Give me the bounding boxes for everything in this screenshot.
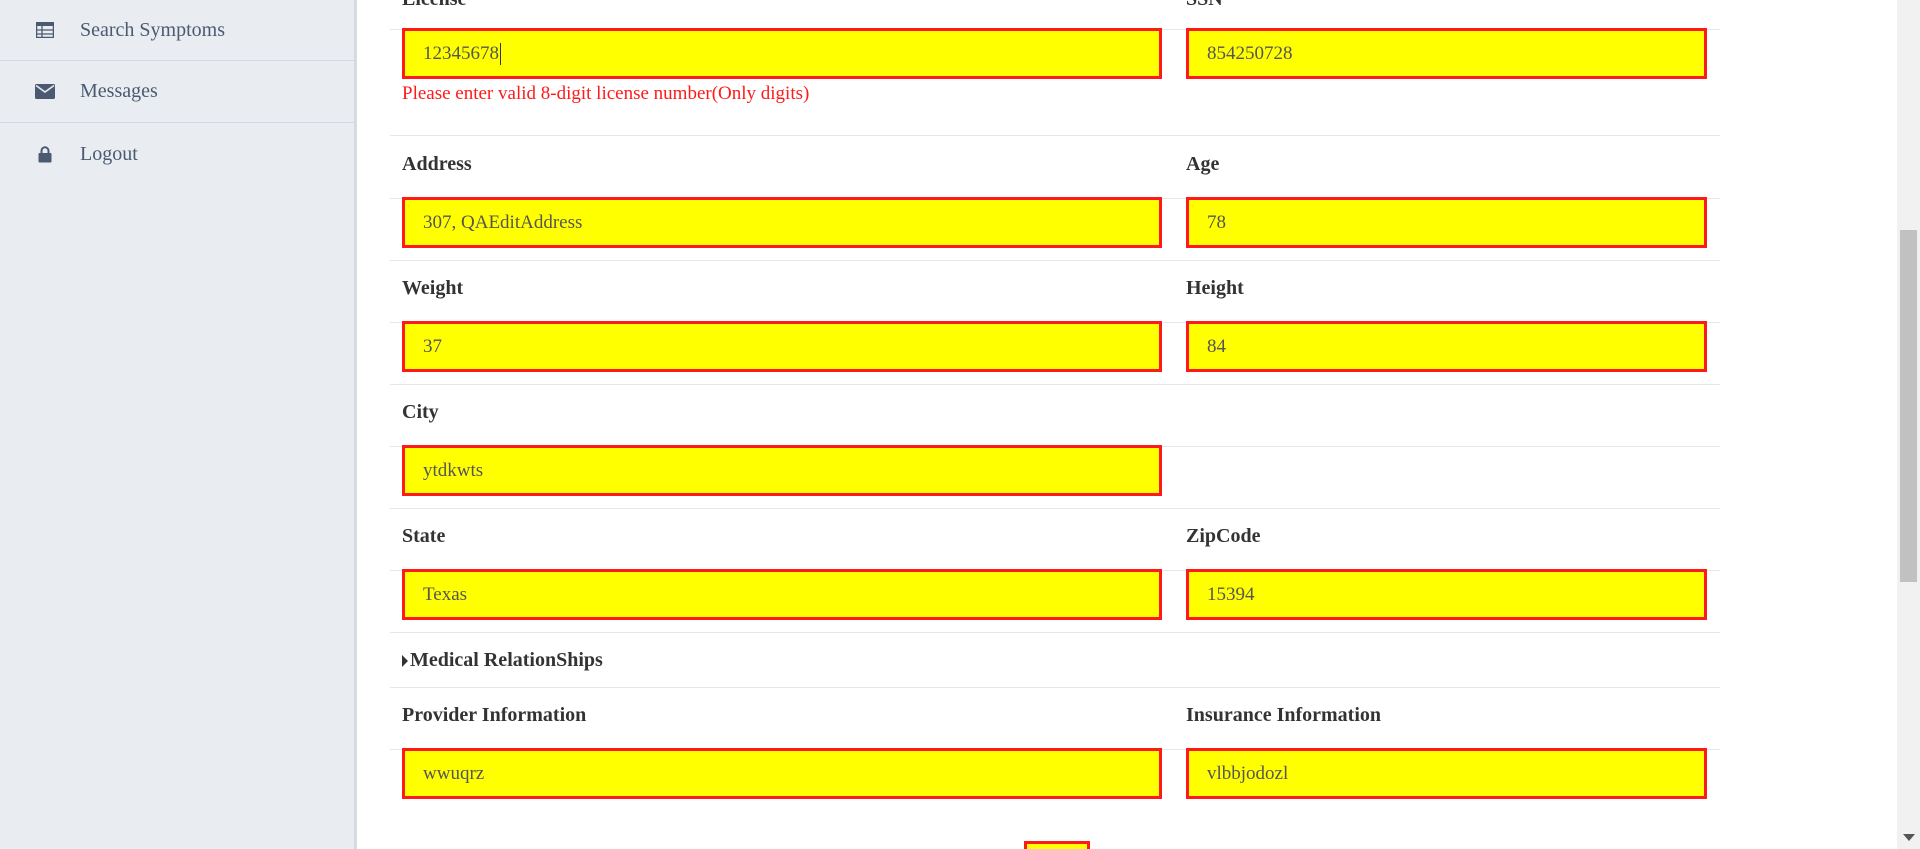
address-label: Address [402,153,472,175]
address-input[interactable]: 307, QAEditAddress [402,197,1162,248]
row-divider [390,508,1720,509]
sidebar-item-label: Logout [80,142,138,165]
caret-right-icon [402,654,408,667]
city-input[interactable]: ytdkwts [402,445,1162,496]
envelope-icon [34,81,56,103]
license-input[interactable]: 12345678 [402,28,1162,79]
row-divider [390,384,1720,385]
row-divider [390,260,1720,261]
insurance-information-input[interactable]: vlbbjodozl [1186,748,1707,799]
weight-label: Weight [402,277,464,299]
weight-input[interactable]: 37 [402,321,1162,372]
license-error-message: Please enter valid 8-digit license numbe… [402,83,810,104]
row-divider [390,632,1720,633]
license-label: License [402,0,466,11]
zipcode-label: ZipCode [1186,525,1261,547]
state-label: State [402,525,446,547]
medical-relationships-toggle[interactable]: Medical RelationShips [402,649,603,672]
scroll-down-arrow-icon[interactable] [1897,826,1920,849]
sidebar-item-label: Messages [80,80,158,102]
height-input[interactable]: 84 [1186,321,1707,372]
lock-icon [34,143,56,165]
provider-information-label: Provider Information [402,704,587,726]
vertical-scrollbar[interactable] [1897,0,1920,849]
scrollbar-thumb[interactable] [1900,230,1917,582]
sidebar-item-messages[interactable]: Messages [0,61,354,123]
row-divider [390,687,1720,688]
age-input[interactable]: 78 [1186,197,1707,248]
height-label: Height [1186,277,1244,299]
sidebar-item-logout[interactable]: Logout [0,123,354,185]
sidebar-item-search-symptoms[interactable]: Search Symptoms [0,0,354,61]
age-label: Age [1186,153,1220,175]
table-icon [34,19,56,41]
provider-information-input[interactable]: wwuqrz [402,748,1162,799]
submit-button[interactable] [1024,841,1090,849]
ssn-input[interactable]: 854250728 [1186,28,1707,79]
text-cursor [500,42,501,65]
city-label: City [402,401,439,423]
sidebar-item-label: Search Symptoms [80,18,225,41]
main-content: License SSN 12345678 854250728 Please en… [360,0,1897,849]
row-divider [390,135,1720,136]
state-input[interactable]: Texas [402,569,1162,620]
sidebar: Search Symptoms Messages Logout [0,0,357,849]
insurance-information-label: Insurance Information [1186,704,1382,726]
zipcode-input[interactable]: 15394 [1186,569,1707,620]
ssn-label: SSN [1186,0,1223,11]
